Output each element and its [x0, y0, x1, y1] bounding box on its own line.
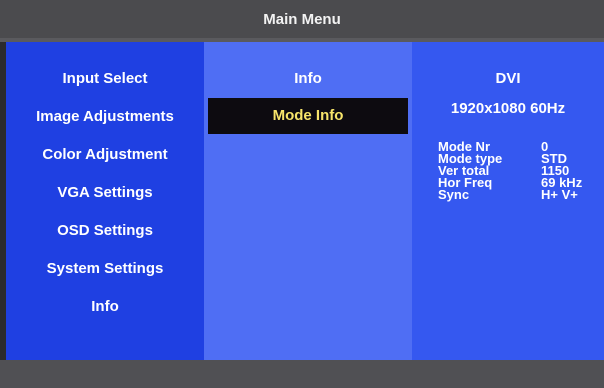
osd-main-panel: Input Select Image Adjustments Color Adj… [6, 42, 604, 360]
menu-item-color-adjustment[interactable]: Color Adjustment [6, 146, 204, 163]
info-panel: DVI 1920x1080 60Hz Mode Nr 0 Mode type STD… [412, 42, 604, 360]
info-value: H+ V+ [541, 187, 578, 202]
menu-item-info[interactable]: Info [6, 298, 204, 315]
menu-item-vga-settings[interactable]: VGA Settings [6, 184, 204, 201]
menu-item-system-settings[interactable]: System Settings [6, 260, 204, 277]
submenu-header: Info [294, 70, 322, 87]
input-source-label: DVI [495, 70, 521, 87]
osd-bottom-bar [0, 360, 604, 388]
menu-item-input-select[interactable]: Input Select [6, 70, 204, 87]
osd-screen: Main Menu Input Select Image Adjustments… [0, 0, 604, 388]
info-key: Sync [438, 187, 470, 202]
menu-item-image-adjustments[interactable]: Image Adjustments [6, 108, 204, 125]
info-row-sync: Sync H+ V+ [438, 187, 598, 202]
menu-item-osd-settings[interactable]: OSD Settings [6, 222, 204, 239]
submenu-column: Info Mode Info [204, 42, 412, 360]
osd-title-bar: Main Menu [0, 0, 604, 38]
resolution-label: 1920x1080 60Hz [450, 100, 566, 117]
submenu-item-mode-info[interactable]: Mode Info [208, 98, 408, 134]
page-title: Main Menu [263, 10, 341, 28]
main-menu-column: Input Select Image Adjustments Color Adj… [6, 42, 204, 360]
